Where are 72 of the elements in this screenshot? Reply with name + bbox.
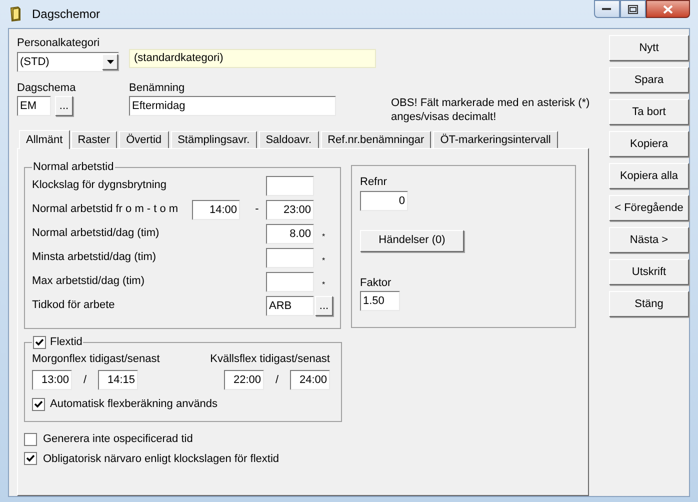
asterisk: *	[322, 230, 326, 242]
range-separator: -	[254, 202, 260, 218]
maximize-button[interactable]	[620, 0, 646, 18]
checkbox-label: Generera inte ospecificerad tid	[43, 432, 193, 447]
field-label: Tidkod för arbete	[32, 298, 116, 314]
tab[interactable]: Saldoavr.	[258, 131, 319, 148]
range-separator: /	[82, 372, 88, 388]
field-label: Normal arbetstid/dag (tim)	[32, 226, 160, 242]
window-title: Dagschemor	[32, 6, 100, 23]
field-label: Normal arbetstid fr o m - t o m	[32, 202, 180, 218]
checkbox[interactable]	[24, 432, 37, 446]
action-button[interactable]: < Föregående	[609, 195, 689, 221]
checkbox-label: Automatisk flexberäkning används	[50, 397, 218, 412]
browse-button[interactable]: ...	[315, 296, 333, 316]
field-label: Kvällsflex tidigast/senast	[210, 352, 330, 366]
tab[interactable]: Allmänt	[19, 130, 70, 149]
field-label: Faktor	[360, 276, 392, 290]
category-name-field[interactable]: (standardkategori)	[129, 49, 376, 68]
close-icon	[663, 4, 673, 14]
tab[interactable]: Övertid	[119, 131, 169, 148]
browse-button[interactable]: ...	[55, 96, 73, 116]
action-button[interactable]: Spara	[609, 67, 689, 93]
input-field[interactable]: EM	[17, 96, 51, 116]
input-field[interactable]	[266, 248, 314, 268]
group-title: Normal arbetstid	[32, 160, 115, 175]
tab[interactable]: ÖT-markeringsintervall	[433, 131, 558, 148]
action-button[interactable]: Nästa >	[609, 227, 689, 253]
category-dropdown[interactable]: (STD)	[17, 52, 119, 72]
input-field[interactable]: 14:15	[98, 370, 138, 390]
input-field[interactable]	[266, 272, 314, 292]
asterisk: *	[322, 254, 326, 266]
checkbox[interactable]	[24, 452, 37, 466]
input-field[interactable]: 0	[360, 190, 408, 210]
range-separator: /	[274, 372, 280, 388]
field-label: Benämning	[129, 80, 186, 96]
input-field[interactable]: 24:00	[290, 370, 330, 390]
field-label: Max arbetstid/dag (tim)	[32, 274, 146, 290]
tab[interactable]: Stämplingsavr.	[170, 131, 257, 148]
events-button[interactable]: Händelser (0)	[360, 230, 464, 252]
field-label: Personalkategori	[17, 36, 101, 51]
field-label: Minsta arbetstid/dag (tim)	[32, 250, 158, 266]
field-label: Dagschema	[17, 80, 77, 96]
action-button[interactable]: Kopiera	[609, 131, 689, 157]
action-button[interactable]: Ta bort	[609, 99, 689, 125]
input-field[interactable]: 1.50	[360, 291, 400, 311]
tab[interactable]: Raster	[70, 131, 118, 148]
tab[interactable]: Ref.nr.benämningar	[320, 131, 432, 148]
minimize-icon	[602, 7, 612, 11]
input-field[interactable]: 13:00	[32, 370, 72, 390]
note-text: OBS! Fält markerade med en asterisk (*) anges/visas decimalt!	[391, 96, 591, 124]
action-button[interactable]: Utskrift	[609, 259, 689, 285]
field-label: Morgonflex tidigast/senast	[32, 352, 160, 366]
input-field[interactable]: 8.00	[266, 224, 314, 244]
maximize-icon	[628, 4, 638, 14]
minimize-button[interactable]	[594, 0, 620, 18]
input-field[interactable]: 23:00	[266, 200, 314, 220]
field-label: Klockslag för dygnsbrytning	[32, 178, 168, 194]
input-field[interactable]: Eftermidag	[129, 96, 336, 116]
input-field[interactable]: 22:00	[224, 370, 264, 390]
input-field[interactable]: 14:00	[192, 200, 240, 220]
action-button[interactable]: Kopiera alla	[609, 163, 689, 189]
input-field[interactable]	[266, 176, 314, 196]
asterisk: *	[322, 278, 326, 290]
action-button[interactable]: Nytt	[609, 35, 689, 61]
field-label: Refnr	[360, 175, 388, 190]
checkbox[interactable]	[32, 398, 45, 411]
action-button[interactable]: Stäng	[609, 291, 689, 317]
checkbox-label: Flextid	[50, 335, 82, 350]
checkbox[interactable]	[33, 336, 46, 349]
input-field[interactable]: ARB	[266, 296, 314, 316]
close-button[interactable]	[646, 0, 690, 18]
checkbox-label: Obligatorisk närvaro enligt klockslagen för flextid	[43, 452, 280, 466]
